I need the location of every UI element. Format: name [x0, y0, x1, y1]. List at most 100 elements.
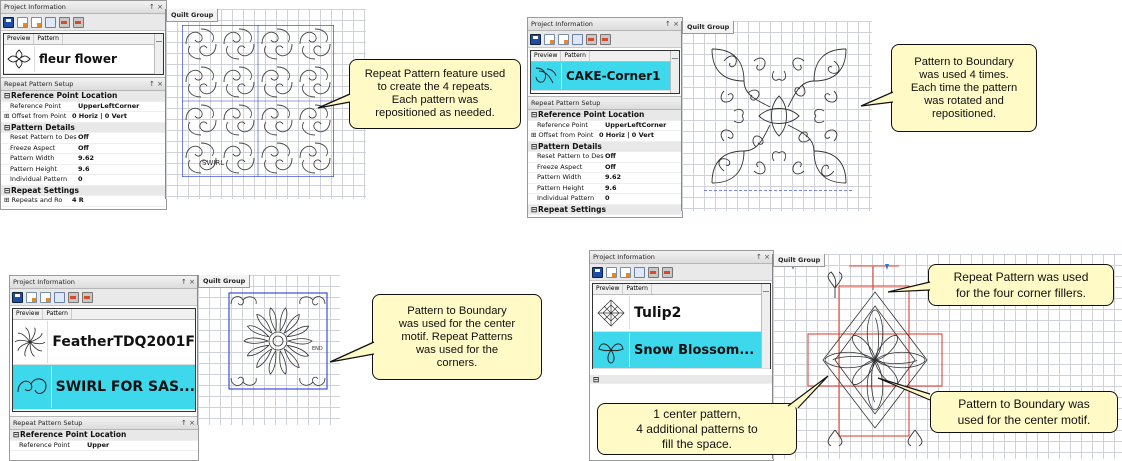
pin-close-controls[interactable]: ↑ ×	[181, 417, 195, 429]
quilt-settings-icon[interactable]	[73, 16, 84, 28]
grid-row[interactable]: Reference Point UpperLeftCorner	[1, 102, 166, 112]
property-value[interactable]: 0 Horiz | 0 Vert	[72, 112, 127, 122]
col-preview[interactable]: Preview	[13, 309, 44, 319]
pin-close-controls[interactable]: ↑ ×	[665, 18, 679, 30]
property-value[interactable]: Off	[605, 163, 616, 173]
grid-category[interactable]: ⊟ Pattern Details	[528, 141, 682, 152]
collapse-icon[interactable]: ⊟	[531, 142, 538, 152]
check-icon[interactable]	[572, 33, 583, 45]
list-item[interactable]: SWIRL FOR SAS...	[13, 365, 195, 410]
remove-pattern-icon[interactable]	[40, 291, 51, 303]
property-value[interactable]: Off	[605, 152, 616, 162]
quilt-canvas-2[interactable]: Quilt Group	[681, 21, 872, 211]
pin-close-controls[interactable]: ↑ ×	[756, 251, 770, 263]
list-scrollbar[interactable]	[154, 34, 163, 74]
property-value[interactable]: 9.62	[605, 173, 621, 183]
grid-category[interactable]: ⊟ Repeat Settings	[1, 185, 166, 196]
check-icon[interactable]	[54, 291, 65, 303]
property-value[interactable]: 9.62	[78, 154, 94, 164]
grid-row[interactable]: Pattern Width 9.62	[528, 173, 682, 184]
pin-close-controls[interactable]: ↑ ×	[181, 276, 195, 288]
save-icon[interactable]	[592, 266, 603, 278]
add-pattern-icon[interactable]	[606, 266, 617, 278]
grid-row[interactable]: Freeze Aspect Off	[1, 144, 166, 154]
grid-category[interactable]: ⊟ Reference Point Location	[10, 430, 198, 441]
col-pattern[interactable]: Pattern	[43, 309, 72, 319]
collapse-icon[interactable]: ⊟	[4, 186, 11, 196]
grid-row[interactable]: ⊞ Offset from Point 0 Horiz | 0 Vert	[528, 131, 682, 142]
property-value[interactable]: 9.6	[605, 184, 617, 194]
property-value[interactable]: 0	[605, 194, 610, 204]
col-preview[interactable]: Preview	[531, 51, 562, 61]
tab-quilt-group[interactable]: Quilt Group	[682, 21, 735, 34]
list-scrollbar[interactable]	[670, 51, 679, 93]
grid-row[interactable]: Pattern Width 9.62	[1, 154, 166, 165]
col-pattern[interactable]: Pattern	[561, 51, 590, 61]
grid-row[interactable]: Freeze Aspect Off	[528, 163, 682, 173]
grid-category[interactable]: ⊟ Pattern Details	[1, 122, 166, 133]
grid-row[interactable]: Reference Point Upper	[10, 441, 198, 451]
col-pattern[interactable]: Pattern	[623, 284, 652, 294]
collapse-icon[interactable]: ⊟	[593, 375, 600, 383]
grid-category[interactable]: ⊟ Reference Point Location	[1, 91, 166, 102]
grid-row[interactable]: Individual Pattern 0	[528, 194, 682, 205]
grid-row[interactable]: Reset Pattern to Des Off	[528, 152, 682, 163]
collapse-icon[interactable]: ⊟	[4, 123, 11, 133]
property-value[interactable]: 9.6	[78, 165, 90, 175]
property-value[interactable]: 0 Horiz | 0 Vert	[599, 131, 654, 141]
pin-close-controls[interactable]: ↑ ×	[149, 1, 163, 13]
quilt-settings-icon[interactable]	[662, 266, 673, 278]
quilt-settings-icon[interactable]	[82, 291, 93, 303]
property-value[interactable]: UpperLeftCorner	[78, 102, 139, 112]
grid-row[interactable]: Reset Pattern to Des Off	[1, 133, 166, 144]
list-item[interactable]: Snow Blossom...	[593, 332, 770, 369]
grid-row[interactable]: ⊞ Repeats and Ro 4 R	[1, 196, 166, 207]
collapse-icon[interactable]: ⊟	[531, 110, 538, 120]
check-icon[interactable]	[45, 16, 56, 28]
collapse-icon[interactable]: ⊟	[531, 205, 538, 215]
list-item[interactable]: Tulip2	[593, 295, 770, 332]
property-value[interactable]: 0	[78, 175, 83, 185]
list-item[interactable]: CAKE-Corner1	[531, 62, 679, 91]
col-pattern[interactable]: Pattern	[34, 34, 63, 44]
property-value[interactable]: Off	[78, 133, 89, 143]
save-icon[interactable]	[3, 16, 14, 28]
property-value[interactable]: Upper	[87, 441, 109, 451]
remove-pattern-icon[interactable]	[558, 33, 569, 45]
tab-quilt-group[interactable]: Quilt Group	[198, 275, 251, 288]
list-scrollbar[interactable]	[761, 284, 770, 368]
pin-close-controls[interactable]: ↑ ×	[149, 78, 163, 90]
save-icon[interactable]	[12, 291, 23, 303]
grid-row[interactable]: Pattern Height 9.6	[528, 184, 682, 194]
grid-row[interactable]: Pattern Height 9.6	[1, 165, 166, 175]
quilt-icon[interactable]	[648, 266, 659, 278]
grid-row[interactable]: Reference Point UpperLeftCorner	[528, 121, 682, 131]
quilt-settings-icon[interactable]	[600, 33, 611, 45]
col-preview[interactable]: Preview	[593, 284, 624, 294]
quilt-icon[interactable]	[586, 33, 597, 45]
remove-pattern-icon[interactable]	[31, 16, 42, 28]
add-pattern-icon[interactable]	[17, 16, 28, 28]
grid-row[interactable]: ⊞ Offset from Point 0 Horiz | 0 Vert	[1, 112, 166, 123]
collapse-icon[interactable]: ⊟	[4, 91, 11, 101]
grid-category[interactable]: ⊟ Reference Point Location	[528, 110, 682, 121]
quilt-canvas-3[interactable]: Quilt Group END	[197, 275, 340, 425]
grid-category[interactable]: ⊟	[590, 375, 773, 384]
property-value[interactable]: Off	[78, 144, 89, 154]
tab-quilt-group[interactable]: Quilt Group	[166, 9, 219, 22]
property-value[interactable]: UpperLeftCorner	[605, 121, 666, 131]
add-pattern-icon[interactable]	[26, 291, 37, 303]
col-preview[interactable]: Preview	[4, 34, 35, 44]
quilt-icon[interactable]	[68, 291, 79, 303]
property-value[interactable]: 4 R	[72, 196, 84, 206]
list-item[interactable]: FeatherTDQ2001F	[13, 320, 195, 365]
remove-pattern-icon[interactable]	[620, 266, 631, 278]
add-pattern-icon[interactable]	[544, 33, 555, 45]
grid-row[interactable]: Individual Pattern 0	[1, 175, 166, 186]
check-icon[interactable]	[634, 266, 645, 278]
grid-category[interactable]: ⊟ Repeat Settings	[528, 204, 682, 215]
save-icon[interactable]	[530, 33, 541, 45]
tab-quilt-group[interactable]: Quilt Group	[773, 254, 826, 267]
collapse-icon[interactable]: ⊟	[13, 430, 20, 440]
list-item[interactable]: fleur flower	[4, 45, 163, 74]
